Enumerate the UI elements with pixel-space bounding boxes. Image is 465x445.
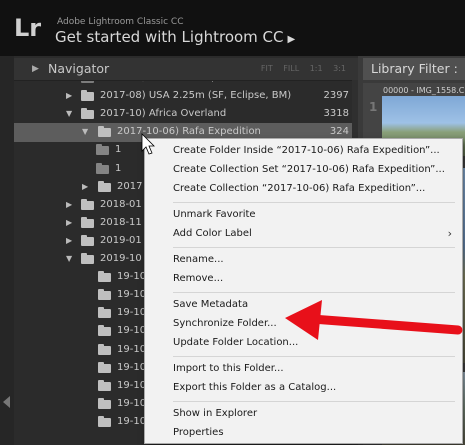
annotation-overlay: [141, 133, 463, 340]
mouse-cursor-icon: [141, 133, 155, 155]
red-arrow-annotation: [285, 300, 463, 340]
